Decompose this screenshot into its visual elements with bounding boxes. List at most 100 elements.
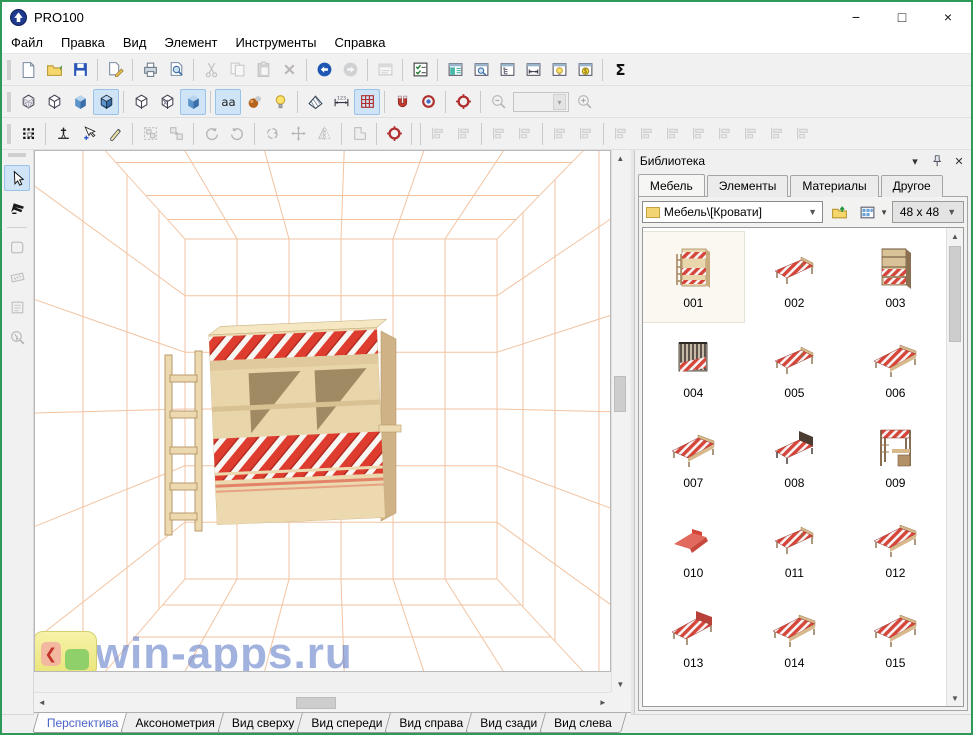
cut[interactable] xyxy=(198,57,224,83)
menu-help[interactable]: Справка xyxy=(326,33,395,52)
menu-file[interactable]: Файл xyxy=(2,33,52,52)
open[interactable] xyxy=(41,57,67,83)
print[interactable] xyxy=(137,57,163,83)
zoom-out[interactable] xyxy=(485,89,511,115)
distribute-right[interactable] xyxy=(660,121,686,147)
minimize-button[interactable]: − xyxy=(833,2,879,32)
align-top[interactable] xyxy=(486,121,512,147)
scroll-right-icon[interactable]: ► xyxy=(595,695,611,711)
snap[interactable] xyxy=(389,89,415,115)
select-tool[interactable] xyxy=(4,165,30,191)
space-evenly-h[interactable] xyxy=(764,121,790,147)
hscroll-thumb[interactable] xyxy=(296,697,336,709)
view-tab-axonometry[interactable]: Аксонометрия xyxy=(123,713,226,733)
toolbar-grip[interactable] xyxy=(7,124,11,144)
snap-to-center[interactable] xyxy=(415,89,441,115)
price-window[interactable] xyxy=(572,57,598,83)
library-tab-other[interactable]: Другое xyxy=(881,175,943,197)
show-grid[interactable] xyxy=(354,89,380,115)
library-vscroll-thumb[interactable] xyxy=(949,246,961,342)
saw-tool[interactable] xyxy=(4,195,30,221)
library-item[interactable]: 005 xyxy=(744,322,845,412)
library-item[interactable]: 015 xyxy=(845,592,946,682)
chevron-down-icon[interactable]: ▾ xyxy=(908,154,922,168)
copy[interactable] xyxy=(224,57,250,83)
scroll-down-icon[interactable]: ▼ xyxy=(612,676,628,692)
scroll-left-icon[interactable]: ◄ xyxy=(34,695,50,711)
align-bottom[interactable] xyxy=(512,121,538,147)
hatch-edit[interactable] xyxy=(302,89,328,115)
library-item[interactable]: 006 xyxy=(845,322,946,412)
selection-grid[interactable] xyxy=(15,121,41,147)
lighting-window[interactable] xyxy=(546,57,572,83)
rotate[interactable] xyxy=(259,121,285,147)
contour-tool[interactable] xyxy=(4,234,30,260)
view-mode-arrow-icon[interactable]: ▼ xyxy=(880,208,888,217)
clone-horizontal[interactable] xyxy=(547,121,573,147)
dimensions-window[interactable] xyxy=(520,57,546,83)
mirror[interactable] xyxy=(311,121,337,147)
undo[interactable] xyxy=(311,57,337,83)
view-tab-view-top[interactable]: Вид сверху xyxy=(220,713,307,733)
group[interactable] xyxy=(137,121,163,147)
draw-element[interactable] xyxy=(102,121,128,147)
toolbar-grip[interactable] xyxy=(7,92,11,112)
library-item[interactable]: 008 xyxy=(744,412,845,502)
library-item[interactable]: 010 xyxy=(643,502,744,592)
library-item[interactable]: 012 xyxy=(845,502,946,592)
folder-up-button[interactable] xyxy=(827,201,851,223)
library-item[interactable]: 004 xyxy=(643,322,744,412)
corner-join[interactable] xyxy=(346,121,372,147)
zoom-in[interactable] xyxy=(571,89,597,115)
redo[interactable] xyxy=(337,57,363,83)
view-hidden-line[interactable] xyxy=(41,89,67,115)
library-item[interactable]: 009 xyxy=(845,412,946,502)
library-tab-furniture[interactable]: Мебель xyxy=(638,174,705,196)
show-dimensions[interactable] xyxy=(328,89,354,115)
view-tab-view-right[interactable]: Вид справа xyxy=(387,713,475,733)
rotate-right[interactable] xyxy=(224,121,250,147)
view-shaded[interactable] xyxy=(67,89,93,115)
align-left[interactable] xyxy=(425,121,451,147)
distribute-middle[interactable] xyxy=(712,121,738,147)
thumbnail-size-combo[interactable]: 48 x 48 ▼ xyxy=(892,201,964,223)
align-right[interactable] xyxy=(451,121,477,147)
center-view[interactable] xyxy=(450,89,476,115)
structure-tool[interactable] xyxy=(4,264,30,290)
vscroll-thumb[interactable] xyxy=(614,376,626,412)
scroll-up-icon[interactable]: ▲ xyxy=(612,150,628,166)
library-tab-elements[interactable]: Элементы xyxy=(707,175,789,197)
project-standards[interactable] xyxy=(407,57,433,83)
library-item[interactable]: 003 xyxy=(845,232,946,322)
page-edit[interactable] xyxy=(102,57,128,83)
view-wireframe[interactable] xyxy=(15,89,41,115)
zoom-combo[interactable]: ▾ xyxy=(513,92,569,112)
menu-edit[interactable]: Правка xyxy=(52,33,114,52)
save[interactable] xyxy=(67,57,93,83)
pin-icon[interactable] xyxy=(930,154,944,168)
textures[interactable] xyxy=(241,89,267,115)
scroll-up-icon[interactable]: ▲ xyxy=(947,228,963,244)
library-item[interactable]: 014 xyxy=(744,592,845,682)
view-sections[interactable] xyxy=(154,89,180,115)
library-item[interactable]: 002 xyxy=(744,232,845,322)
antialiasing[interactable] xyxy=(215,89,241,115)
distribute-left[interactable] xyxy=(608,121,634,147)
viewport-hscrollbar[interactable]: ◄ ► xyxy=(34,692,611,712)
move-pointer[interactable] xyxy=(76,121,102,147)
move[interactable] xyxy=(285,121,311,147)
view-tab-view-back[interactable]: Вид сзади xyxy=(468,713,549,733)
origin[interactable] xyxy=(381,121,407,147)
toolbar-grip[interactable] xyxy=(7,60,11,80)
library-item[interactable]: 011 xyxy=(744,502,845,592)
library-tab-materials[interactable]: Материалы xyxy=(790,175,878,197)
preview-window[interactable] xyxy=(468,57,494,83)
library-item[interactable]: 001 xyxy=(643,232,744,322)
library-item[interactable]: 016 xyxy=(643,682,744,706)
combo-arrow-icon[interactable]: ▼ xyxy=(947,207,956,217)
library-vscrollbar[interactable]: ▲ ▼ xyxy=(946,228,963,706)
view-shaded-edges[interactable] xyxy=(93,89,119,115)
viewport-3d[interactable]: win-apps.ru ❮ xyxy=(34,150,611,672)
view-mode-button[interactable] xyxy=(855,201,879,223)
ungroup[interactable] xyxy=(163,121,189,147)
